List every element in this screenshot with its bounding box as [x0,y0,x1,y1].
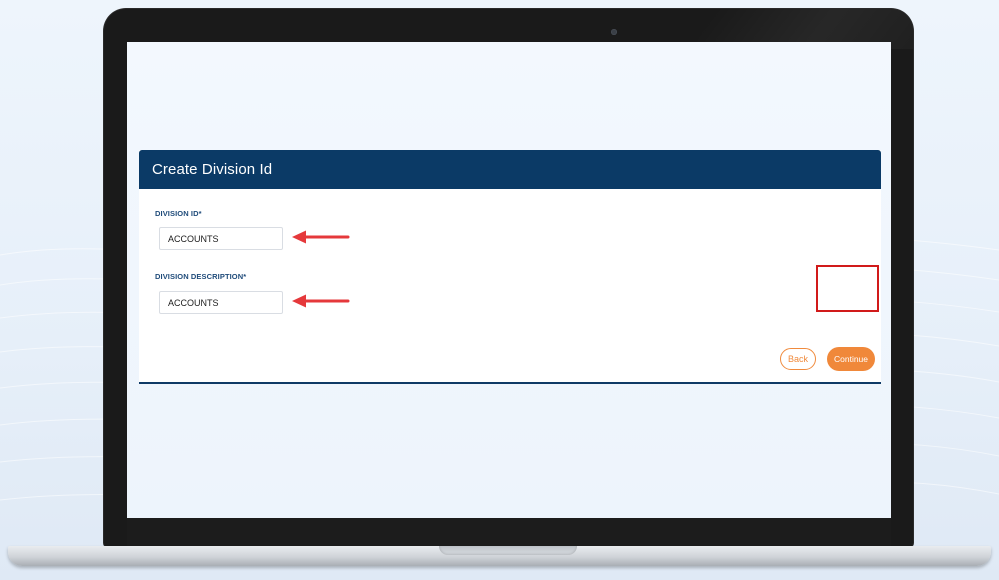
create-division-form: Create Division Id DIVISION ID* DIVISION… [139,150,881,384]
laptop-screen: Create Division Id DIVISION ID* DIVISION… [127,42,891,518]
form-header: Create Division Id [139,150,881,189]
division-id-label: DIVISION ID* [155,209,202,218]
form-title: Create Division Id [152,161,273,178]
left-arrow-icon [292,230,350,244]
back-button[interactable]: Back [780,348,816,370]
left-arrow-icon [292,294,350,308]
continue-button[interactable]: Continue [827,347,875,371]
division-id-input[interactable] [159,227,283,250]
laptop-bezel-bottom [127,518,891,547]
division-description-input[interactable] [159,291,283,314]
laptop-opening-notch [439,546,577,555]
camera-icon [611,29,617,35]
continue-highlight-box [816,265,879,312]
division-description-label: DIVISION DESCRIPTION* [155,272,247,281]
